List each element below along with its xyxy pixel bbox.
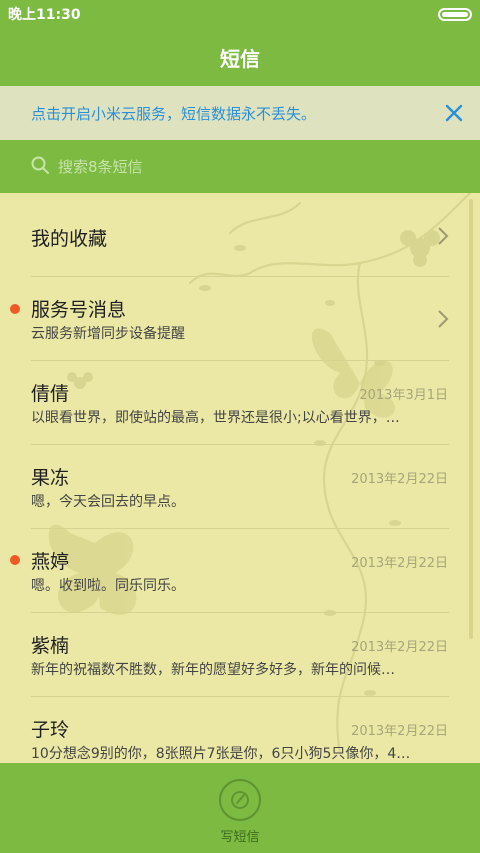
conversation-preview: 10分想念9别的你，8张照片7张是你，6只小狗5只像你，4…: [31, 746, 411, 762]
status-time: 晚上11:30: [8, 7, 81, 23]
search-icon: [31, 156, 49, 174]
battery-icon: [438, 7, 472, 21]
conversation-name: 服务号消息: [31, 299, 127, 321]
list-item-conversation[interactable]: 燕婷 2013年2月22日 嗯。收到啦。同乐同乐。: [0, 529, 480, 613]
conversation-name: 子玲: [31, 719, 70, 741]
list-item-conversation[interactable]: 子玲 2013年2月22日 10分想念9别的你，8张照片7张是你，6只小狗5只像…: [0, 697, 480, 763]
conversation-name: 我的收藏: [31, 228, 108, 250]
conversation-date: 2013年2月22日: [351, 640, 448, 655]
list-item-conversation[interactable]: 紫楠 2013年2月22日 新年的祝福数不胜数，新年的愿望好多好多，新年的问候…: [0, 613, 480, 697]
bottom-toolbar: 写短信: [0, 763, 480, 853]
unread-dot: [10, 304, 20, 314]
cloud-service-banner[interactable]: 点击开启小米云服务，短信数据永不丢失。: [0, 86, 480, 140]
title-bar: 短信: [0, 28, 480, 86]
close-icon[interactable]: [442, 101, 466, 125]
conversation-preview: 云服务新增同步设备提醒: [31, 326, 185, 342]
list-item-conversation[interactable]: 倩倩 2013年3月1日 以眼看世界，即使站的最高，世界还是很小;以心看世界，…: [0, 361, 480, 445]
list-item-conversation[interactable]: 果冻 2013年2月22日 嗯，今天会回去的早点。: [0, 445, 480, 529]
conversation-date: 2013年2月22日: [351, 724, 448, 739]
list-item-service-messages[interactable]: 服务号消息 云服务新增同步设备提醒: [0, 277, 480, 361]
conversation-name: 紫楠: [31, 635, 70, 657]
search-input[interactable]: 搜索8条短信: [58, 156, 143, 177]
conversation-list[interactable]: 我的收藏 服务号消息 云服务新增同步设备提醒 倩倩 2013年3月1日 以眼看世…: [0, 193, 480, 763]
list-item-favorites[interactable]: 我的收藏: [0, 193, 480, 277]
conversation-name: 倩倩: [31, 383, 70, 405]
search-bar[interactable]: 搜索8条短信: [0, 140, 480, 193]
chevron-right-icon: [438, 227, 449, 245]
compose-icon: [231, 791, 249, 809]
conversation-date: 2013年2月22日: [351, 556, 448, 571]
unread-dot: [10, 555, 20, 565]
status-bar: 晚上11:30: [0, 0, 480, 28]
conversation-preview: 以眼看世界，即使站的最高，世界还是很小;以心看世界，…: [31, 410, 400, 426]
conversation-date: 2013年3月1日: [359, 388, 448, 403]
conversation-preview: 嗯，今天会回去的早点。: [31, 494, 185, 510]
compose-button[interactable]: [219, 779, 261, 821]
chevron-right-icon: [438, 310, 449, 328]
banner-text[interactable]: 点击开启小米云服务，短信数据永不丢失。: [31, 103, 316, 124]
page-title: 短信: [220, 46, 260, 71]
conversation-preview: 新年的祝福数不胜数，新年的愿望好多好多，新年的问候…: [31, 662, 395, 678]
conversation-date: 2013年2月22日: [351, 472, 448, 487]
compose-label[interactable]: 写短信: [0, 826, 480, 845]
conversation-name: 燕婷: [31, 551, 70, 573]
conversation-preview: 嗯。收到啦。同乐同乐。: [31, 578, 185, 594]
conversation-name: 果冻: [31, 467, 70, 489]
